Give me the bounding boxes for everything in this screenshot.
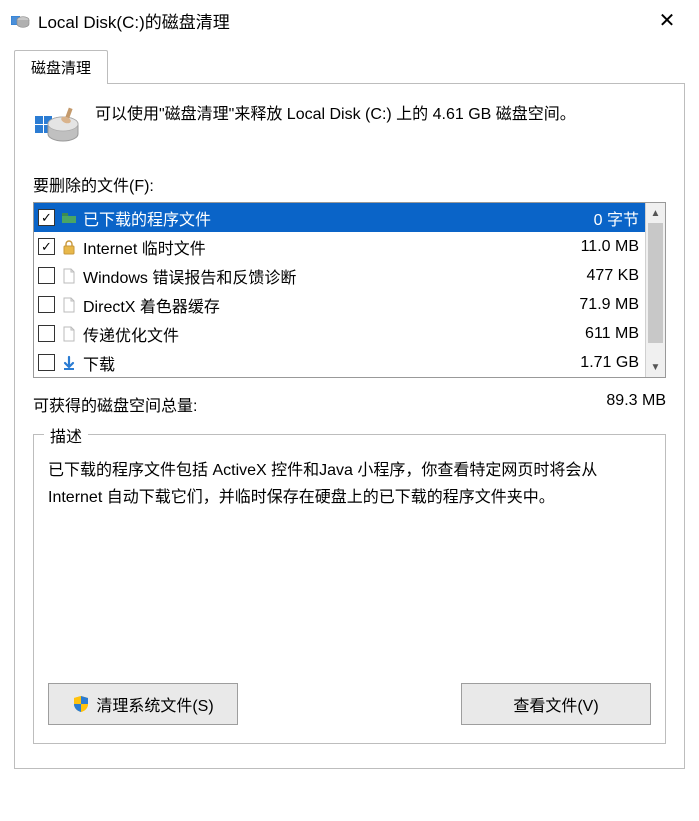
lock-icon xyxy=(59,237,79,257)
disk-cleanup-icon xyxy=(10,10,30,30)
list-item[interactable]: ✓ 已下载的程序文件 0 字节 xyxy=(34,203,645,232)
checkbox[interactable] xyxy=(38,325,55,342)
tab-panel: 可以使用"磁盘清理"来释放 Local Disk (C:) 上的 4.61 GB… xyxy=(14,83,685,769)
description-legend: 描述 xyxy=(44,423,88,447)
list-item-label: DirectX 着色器缓存 xyxy=(83,293,571,317)
checkbox[interactable]: ✓ xyxy=(38,238,55,255)
list-item-label: Internet 临时文件 xyxy=(83,235,573,259)
scroll-down-arrow[interactable]: ▼ xyxy=(646,357,665,377)
clean-system-files-button[interactable]: 清理系统文件(S) xyxy=(48,683,238,725)
checkbox[interactable] xyxy=(38,267,55,284)
list-item-label: 传递优化文件 xyxy=(83,322,577,346)
total-gain-value: 89.3 MB xyxy=(606,392,666,416)
title-bar: Local Disk(C:)的磁盘清理 ✕ xyxy=(0,0,699,40)
window-title: Local Disk(C:)的磁盘清理 xyxy=(38,8,647,33)
checkbox[interactable] xyxy=(38,296,55,313)
checkbox[interactable]: ✓ xyxy=(38,209,55,226)
description-text: 已下载的程序文件包括 ActiveX 控件和Java 小程序，你查看特定网页时将… xyxy=(48,457,651,511)
intro-text: 可以使用"磁盘清理"来释放 Local Disk (C:) 上的 4.61 GB… xyxy=(95,102,576,128)
scroll-thumb[interactable] xyxy=(648,223,663,343)
tab-strip: 磁盘清理 xyxy=(0,40,699,84)
description-fieldset: 描述 已下载的程序文件包括 ActiveX 控件和Java 小程序，你查看特定网… xyxy=(33,434,666,744)
list-item[interactable]: DirectX 着色器缓存 71.9 MB xyxy=(34,290,645,319)
list-item-label: 下载 xyxy=(83,351,572,375)
total-gain-label: 可获得的磁盘空间总量: xyxy=(33,392,606,416)
view-files-button[interactable]: 查看文件(V) xyxy=(461,683,651,725)
listbox-scrollbar[interactable]: ▲ ▼ xyxy=(645,203,665,377)
total-gain-row: 可获得的磁盘空间总量: 89.3 MB xyxy=(33,392,666,416)
uac-shield-icon xyxy=(72,695,90,713)
file-icon xyxy=(59,266,79,286)
intro-block: 可以使用"磁盘清理"来释放 Local Disk (C:) 上的 4.61 GB… xyxy=(33,102,666,150)
list-item[interactable]: Windows 错误报告和反馈诊断 477 KB xyxy=(34,261,645,290)
list-item-size: 0 字节 xyxy=(594,206,639,230)
list-item-size: 1.71 GB xyxy=(580,354,639,372)
list-item[interactable]: ✓ Internet 临时文件 11.0 MB xyxy=(34,232,645,261)
clean-system-files-label: 清理系统文件(S) xyxy=(96,692,213,716)
files-listbox[interactable]: ✓已下载的程序文件0 字节✓Internet 临时文件11.0 MBWindow… xyxy=(33,202,666,378)
file-icon xyxy=(59,295,79,315)
list-item-size: 71.9 MB xyxy=(579,296,639,314)
tab-disk-cleanup[interactable]: 磁盘清理 xyxy=(14,50,108,84)
list-item-size: 477 KB xyxy=(587,267,639,285)
arrow-down-icon xyxy=(59,353,79,373)
disk-cleanup-large-icon xyxy=(33,102,81,150)
close-button[interactable]: ✕ xyxy=(647,8,687,33)
scroll-up-arrow[interactable]: ▲ xyxy=(646,203,665,223)
list-item[interactable]: 下载 1.71 GB xyxy=(34,348,645,377)
list-item[interactable]: 传递优化文件 611 MB xyxy=(34,319,645,348)
list-item-label: 已下载的程序文件 xyxy=(83,206,586,230)
list-item-size: 11.0 MB xyxy=(581,238,639,256)
files-to-delete-label: 要删除的文件(F): xyxy=(33,172,666,196)
folder-green-icon xyxy=(59,208,79,228)
list-item-label: Windows 错误报告和反馈诊断 xyxy=(83,264,579,288)
list-item-size: 611 MB xyxy=(585,325,639,343)
file-icon xyxy=(59,324,79,344)
view-files-label: 查看文件(V) xyxy=(513,692,598,716)
checkbox[interactable] xyxy=(38,354,55,371)
